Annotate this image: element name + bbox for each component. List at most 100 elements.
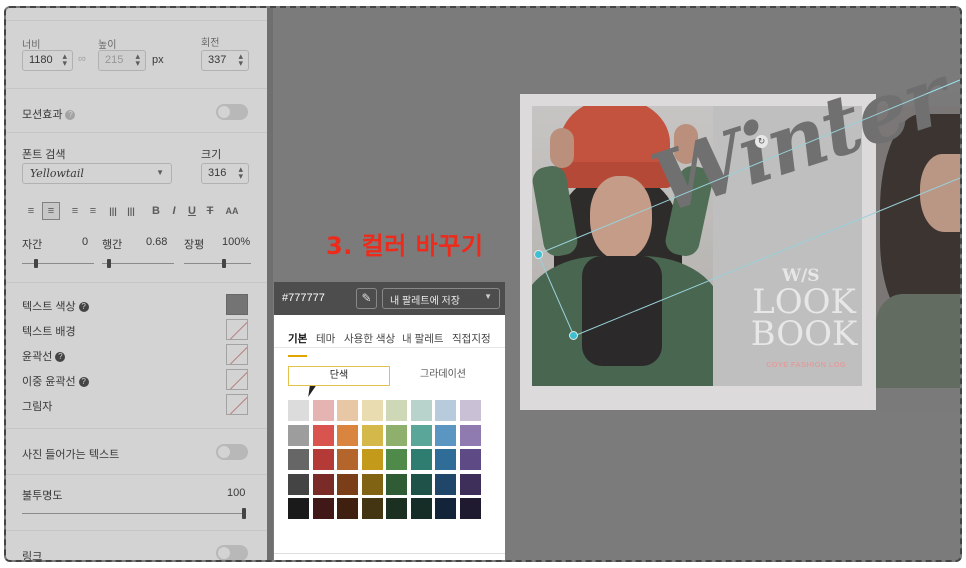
rotate-icon[interactable]: ↻ [755,135,768,148]
color-swatch[interactable] [337,400,358,421]
divider [274,553,505,554]
color-swatch[interactable] [337,498,358,519]
color-swatch[interactable] [312,400,334,421]
slider-handle[interactable] [222,259,227,268]
tab-my-palette[interactable]: 내 팔레트 [402,331,444,346]
color-swatch[interactable] [361,498,383,519]
color-swatch[interactable] [410,498,432,519]
vertical-text-icon[interactable]: ||| [106,204,120,218]
color-swatch[interactable] [459,424,481,446]
align-center-icon[interactable]: ≡ [42,202,60,220]
color-swatch[interactable] [410,424,432,446]
strikethrough-icon[interactable]: T [203,204,217,218]
help-icon[interactable]: ? [65,110,76,120]
color-swatch[interactable] [386,498,407,519]
color-swatch[interactable] [435,449,456,470]
color-swatch[interactable] [386,449,407,470]
link-toggle[interactable] [216,545,248,560]
align-justify-icon[interactable]: ≡ [86,204,100,218]
photo-text-toggle[interactable] [216,444,248,460]
color-swatch[interactable] [459,473,481,495]
case-icon[interactable]: AA [221,204,243,218]
slider-handle[interactable] [107,259,112,268]
outline-swatch[interactable] [226,344,248,365]
color-swatch[interactable] [459,449,481,470]
divider [6,530,267,531]
shadow-swatch[interactable] [226,394,248,415]
color-swatch[interactable] [410,400,432,421]
color-swatch[interactable] [361,449,383,470]
tab-basic[interactable]: 기본 [288,331,307,346]
help-icon[interactable]: ? [78,302,89,312]
color-swatch[interactable] [459,498,481,519]
solid-button[interactable]: 단색 [288,366,390,386]
double-outline-swatch[interactable] [226,369,248,390]
color-swatch[interactable] [288,400,309,421]
rotation-input[interactable]: 337 ▴ ▾ [201,50,249,71]
color-swatch[interactable] [337,449,358,470]
color-swatch[interactable] [337,473,358,495]
color-swatch[interactable] [410,449,432,470]
color-swatch[interactable] [288,449,309,470]
color-swatch[interactable] [288,424,309,446]
tab-theme[interactable]: 테마 [316,331,335,346]
color-swatch[interactable] [459,400,481,421]
color-swatch[interactable] [386,424,407,446]
properties-panel: 너비 높이 회전 1180 ▴ ▾ ∞ 215 ▴ ▾ px 337 ▴ ▾ 모션효과… [6,8,267,560]
vertical-text-alt-icon[interactable]: ||| [124,204,138,218]
color-swatch[interactable] [361,424,383,446]
color-swatch[interactable] [386,400,407,421]
color-swatch[interactable] [435,424,456,446]
align-right-icon[interactable]: ≡ [68,204,82,218]
gradient-button[interactable]: 그라데이션 [392,366,494,386]
color-swatch[interactable] [312,449,334,470]
resize-handle[interactable] [569,331,578,340]
font-size-input[interactable]: 316 ▴ ▾ [201,163,249,184]
slider-handle[interactable] [34,259,39,268]
color-swatch[interactable] [312,498,334,519]
color-swatch[interactable] [288,498,309,519]
panel-separator [267,8,273,560]
char-width-slider[interactable] [184,263,251,264]
stepper-icon[interactable]: ▴ ▾ [135,52,140,68]
color-swatch[interactable] [312,473,334,495]
letter-spacing-slider[interactable] [22,263,94,264]
width-input[interactable]: 1180 ▴ ▾ [22,50,73,71]
save-palette-select[interactable]: 내 팔레트에 저장 ▼ [382,288,500,309]
color-swatch[interactable] [435,473,456,495]
font-family-select[interactable]: Yellowtail ▼ [22,163,172,184]
color-swatch[interactable] [337,424,358,446]
font-size-value: 316 [208,167,227,179]
color-swatch[interactable] [288,473,309,495]
tab-custom[interactable]: 직접지정 [452,331,491,346]
hex-value[interactable]: #777777 [282,292,325,304]
color-swatch[interactable] [410,473,432,495]
resize-handle[interactable] [534,250,543,259]
color-swatch[interactable] [435,400,456,421]
slider-handle[interactable] [242,508,246,519]
text-bg-swatch[interactable] [226,319,248,340]
line-spacing-slider[interactable] [102,263,174,264]
color-swatch[interactable] [312,424,334,446]
opacity-slider[interactable] [22,513,244,514]
color-swatch[interactable] [361,400,383,421]
color-swatch[interactable] [386,473,407,495]
underline-icon[interactable]: U [185,204,199,218]
italic-icon[interactable]: I [167,204,181,218]
link-ratio-icon[interactable]: ∞ [78,53,86,65]
tab-used-colors[interactable]: 사용한 색상 [344,331,395,346]
eyedropper-icon[interactable]: ✎ [356,288,377,309]
help-icon[interactable]: ? [78,377,89,387]
help-icon[interactable]: ? [55,352,66,362]
stepper-icon[interactable]: ▴ ▾ [238,165,243,181]
color-swatch[interactable] [361,473,383,495]
motion-toggle[interactable] [216,104,248,120]
stepper-icon[interactable]: ▴ ▾ [238,52,243,68]
brand-text[interactable]: COYE FASHION LOG [751,360,861,369]
height-input[interactable]: 215 ▴ ▾ [98,50,146,71]
color-swatch[interactable] [435,498,456,519]
text-color-swatch[interactable] [226,294,248,315]
align-left-icon[interactable]: ≡ [24,204,38,218]
stepper-icon[interactable]: ▴ ▾ [62,52,67,68]
bold-icon[interactable]: B [149,204,163,218]
